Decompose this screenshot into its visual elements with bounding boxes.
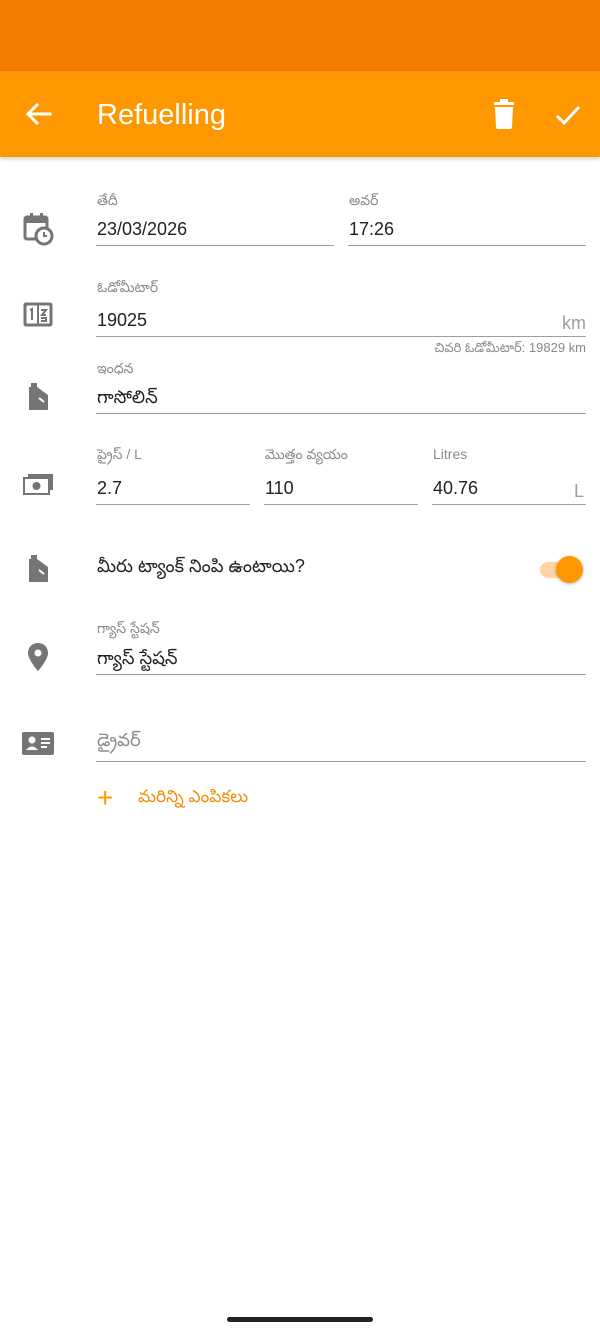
gas-station-label: గ్యాస్ స్టేషన్ [97, 620, 160, 636]
home-indicator[interactable] [227, 1317, 373, 1322]
full-tank-toggle[interactable] [538, 556, 584, 584]
total-cost-value: 110 [265, 478, 294, 498]
litres-value: 40.76 [433, 478, 479, 498]
status-bar [0, 0, 600, 71]
full-tank-label: మీరు ట్యాంక్ నింపి ఉంటాయి? [97, 556, 305, 576]
odometer-field[interactable]: 19025 km [96, 302, 586, 337]
odometer-icon [20, 297, 56, 333]
fuel-value: గాసోలిన్ [97, 387, 158, 407]
more-options-label: మరిన్ని ఎంపికలు [138, 787, 249, 806]
calendar-clock-icon [20, 211, 56, 247]
date-field[interactable]: 23/03/2026 [96, 211, 334, 246]
total-cost-label: మొత్తం వ్యయం [265, 446, 348, 462]
price-field[interactable]: 2.7 [96, 470, 250, 505]
driver-card-icon [20, 725, 56, 761]
toggle-thumb [556, 556, 583, 583]
back-arrow-icon[interactable] [18, 95, 58, 135]
total-cost-field[interactable]: 110 [264, 470, 418, 505]
price-label: ప్రైస్ / L [97, 446, 142, 462]
app-bar: Refuelling [0, 71, 600, 157]
date-label: తేదీ [97, 192, 118, 208]
odometer-label: ఓడోమీటార్ [97, 279, 159, 295]
money-icon [20, 466, 56, 502]
gas-station-value: గ్యాస్ స్టేషన్ [97, 648, 178, 668]
odometer-unit: km [562, 313, 586, 333]
plus-icon: + [97, 782, 114, 813]
fuel-field[interactable]: గాసోలిన్ [96, 379, 586, 414]
time-label: అవర్ [349, 192, 379, 208]
fuel-can-icon [20, 551, 56, 587]
date-value: 23/03/2026 [97, 219, 188, 239]
fuel-can-icon [20, 379, 56, 415]
delete-icon[interactable] [484, 93, 524, 135]
litres-unit: L [573, 481, 584, 501]
page-title: Refuelling [97, 99, 226, 131]
last-odometer-helper: చివరి ఓడోమీటార్: 19829 km [434, 340, 586, 355]
odometer-value: 19025 [97, 310, 148, 330]
time-value: 17:26 [349, 219, 395, 239]
litres-label: Litres [433, 446, 468, 462]
save-check-icon[interactable] [548, 95, 588, 135]
litres-field[interactable]: 40.76 L [432, 470, 586, 505]
time-field[interactable]: 17:26 [348, 211, 586, 246]
location-pin-icon [20, 639, 56, 675]
gas-station-field[interactable]: గ్యాస్ స్టేషన్ [96, 640, 586, 675]
fuel-label: ఇంధన [97, 360, 134, 376]
driver-placeholder: డ్రైవర్ [97, 730, 141, 750]
price-value: 2.7 [97, 478, 123, 498]
driver-field[interactable]: డ్రైవర్ [96, 727, 586, 762]
